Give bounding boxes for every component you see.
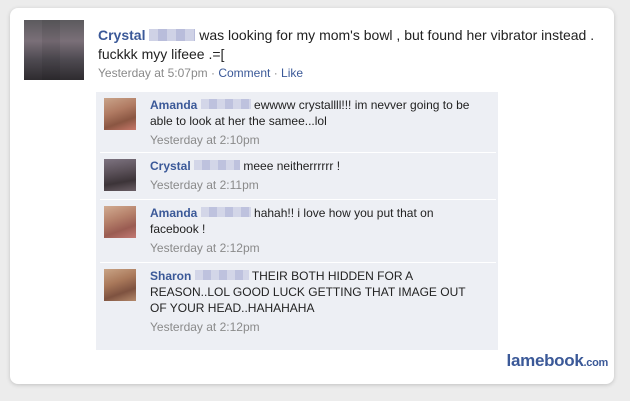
meta-separator: · xyxy=(273,66,278,80)
commenter-avatar[interactable] xyxy=(104,98,136,130)
comment-author-name[interactable]: Crystal xyxy=(150,159,191,173)
comment-author-name[interactable]: Amanda xyxy=(150,98,197,112)
comment-timestamp: Yesterday at 2:11pm xyxy=(150,178,259,192)
post-meta: Yesterday at 5:07pm · Comment · Like xyxy=(98,66,303,80)
commenter-avatar[interactable] xyxy=(104,159,136,191)
comment-item: Crystal meee neitherrrrrr ! Yesterday at… xyxy=(100,153,496,200)
comment-body: Amanda ewwww crystallll!!! im nevver goi… xyxy=(150,97,484,148)
redacted-surname xyxy=(200,99,251,109)
comment-author-name[interactable]: Amanda xyxy=(150,206,197,220)
comment-body: Amanda hahah!! i love how you put that o… xyxy=(150,205,484,256)
comment-link[interactable]: Comment xyxy=(218,66,270,80)
post-author-avatar[interactable] xyxy=(24,20,84,80)
redacted-surname xyxy=(194,160,241,170)
comment-item: Amanda ewwww crystallll!!! im nevver goi… xyxy=(100,92,496,153)
redacted-surname xyxy=(149,29,196,41)
comment-body: Crystal meee neitherrrrrr ! Yesterday at… xyxy=(150,158,484,193)
lamebook-watermark: lamebook.com xyxy=(506,351,609,371)
like-link[interactable]: Like xyxy=(281,66,303,80)
comment-text: meee neitherrrrrr ! xyxy=(243,159,341,173)
post-body: Crystal was looking for my mom's bowl , … xyxy=(98,26,606,64)
comment-body: Sharon THEIR BOTH HIDDEN FOR A REASON..L… xyxy=(150,268,484,335)
comment-text: ewwww crystallll!!! im nevver going to b… xyxy=(150,98,470,128)
post-timestamp: Yesterday at 5:07pm xyxy=(98,66,208,80)
comment-timestamp: Yesterday at 2:10pm xyxy=(150,133,260,147)
comment-item: Sharon THEIR BOTH HIDDEN FOR A REASON..L… xyxy=(100,263,496,349)
commenter-avatar[interactable] xyxy=(104,206,136,238)
redacted-surname xyxy=(200,207,251,217)
comment-timestamp: Yesterday at 2:12pm xyxy=(150,241,260,255)
watermark-tld: .com xyxy=(583,357,609,369)
commenter-avatar[interactable] xyxy=(104,269,136,301)
comment-timestamp: Yesterday at 2:12pm xyxy=(150,320,260,334)
comment-item: Amanda hahah!! i love how you put that o… xyxy=(100,200,496,263)
redacted-surname xyxy=(194,270,249,280)
meta-separator: · xyxy=(210,66,215,80)
comment-author-name[interactable]: Sharon xyxy=(150,269,191,283)
watermark-brand: lamebook xyxy=(506,351,584,370)
post-author-name[interactable]: Crystal xyxy=(98,27,145,43)
comment-list: Amanda ewwww crystallll!!! im nevver goi… xyxy=(96,92,498,350)
